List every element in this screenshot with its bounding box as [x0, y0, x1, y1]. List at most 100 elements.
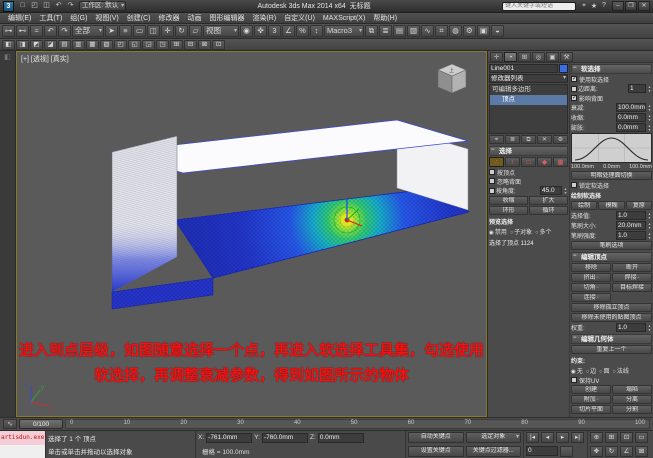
macro-dropdown[interactable]: Macro3: [324, 25, 364, 37]
menu-item[interactable]: 帮助(H): [369, 13, 401, 23]
show-end-result-icon[interactable]: ≣: [505, 135, 520, 144]
extra-tool-icon[interactable]: ◰: [114, 40, 127, 50]
menu-item[interactable]: 自定义(U): [280, 13, 319, 23]
search-go-icon[interactable]: ⌖: [579, 2, 589, 10]
viewport-label[interactable]: [+] [透视] [真实]: [21, 54, 69, 64]
pinch-field[interactable]: 0.0mm: [616, 113, 646, 122]
tab-utilities[interactable]: ⚒: [560, 52, 573, 62]
falloff-field[interactable]: 100.0mm: [616, 103, 646, 112]
edge-distance-field[interactable]: 1: [628, 84, 646, 93]
spinner-snap-icon[interactable]: ↕: [310, 25, 323, 37]
tab-hierarchy[interactable]: ⊞: [518, 52, 531, 62]
slice-plane-button[interactable]: 切片平面: [571, 405, 611, 414]
loop-button[interactable]: 循环: [529, 206, 568, 215]
paint-button[interactable]: 绘制: [571, 201, 597, 210]
ignore-backfacing-checkbox[interactable]: 忽略背面: [489, 177, 568, 185]
edit-vertices-rollout-header[interactable]: 编辑顶点: [571, 252, 652, 262]
auto-key-button[interactable]: 自动关键点: [408, 432, 464, 443]
time-slider-handle[interactable]: 0/100: [19, 419, 63, 429]
angle-snap-icon[interactable]: ∠: [282, 25, 295, 37]
use-soft-selection-checkbox[interactable]: 使用软选择: [571, 75, 652, 83]
undo-icon[interactable]: ↶: [53, 1, 64, 11]
preview-subobj-radio[interactable]: 子对象: [510, 227, 532, 236]
window-crossing-icon[interactable]: ◫: [147, 25, 160, 37]
affect-backfacing-checkbox[interactable]: 影响背面: [571, 94, 652, 102]
zoom-extents-icon[interactable]: ⊡: [620, 432, 633, 443]
spinner-arrows[interactable]: [647, 114, 652, 122]
chamfer-button[interactable]: 切角: [571, 283, 611, 292]
previous-frame-icon[interactable]: ◂: [541, 432, 554, 443]
menu-item[interactable]: 组(G): [66, 13, 91, 23]
vertex-mode-icon[interactable]: ∴: [489, 157, 504, 167]
curve-editor-icon[interactable]: ∿: [421, 25, 434, 37]
listener-pink-line[interactable]: artisdun.exe: [0, 431, 45, 445]
unlink-selection-icon[interactable]: ⊷: [16, 25, 29, 37]
mirror-icon[interactable]: ⧉: [365, 25, 378, 37]
select-and-move-icon[interactable]: ✛: [161, 25, 174, 37]
maximize-viewport-icon[interactable]: ⊠: [635, 446, 648, 457]
tab-display[interactable]: ▣: [546, 52, 559, 62]
set-key-button[interactable]: 设置关键点: [408, 446, 464, 457]
frame-tick[interactable]: 20: [180, 419, 187, 428]
tab-modify[interactable]: ◔: [504, 52, 517, 62]
detach-button[interactable]: 分离: [612, 395, 652, 404]
fov-icon[interactable]: ∠: [620, 446, 633, 457]
schematic-view-icon[interactable]: ⌗: [435, 25, 448, 37]
infocenter-search-input[interactable]: [502, 2, 576, 11]
frame-tick[interactable]: 60: [408, 419, 415, 428]
break-button[interactable]: 断开: [612, 263, 652, 272]
revert-button[interactable]: 复原: [626, 201, 652, 210]
split-button[interactable]: 分割: [612, 405, 652, 414]
shaded-face-toggle-button[interactable]: 明暗处理面切换: [571, 171, 652, 180]
graphite-toggle-icon[interactable]: ▧: [407, 25, 420, 37]
remove-unused-map-verts-button[interactable]: 移除未使用的贴图顶点: [571, 313, 652, 322]
render-icon[interactable]: ◒: [491, 25, 504, 37]
select-and-rotate-icon[interactable]: ↻: [175, 25, 188, 37]
zoom-region-icon[interactable]: ▭: [635, 432, 648, 443]
snap-toggle-icon[interactable]: 3: [268, 25, 281, 37]
constraint-normal-radio[interactable]: 法线: [613, 366, 629, 375]
redo-icon[interactable]: ↷: [65, 1, 76, 11]
weight-field[interactable]: 1.0: [616, 323, 646, 332]
orbit-icon[interactable]: ↻: [605, 446, 618, 457]
stack-item-editable-poly[interactable]: 可编辑多边形: [490, 85, 567, 95]
favorites-star-icon[interactable]: ★: [589, 2, 599, 10]
play-icon[interactable]: ▸: [556, 432, 569, 443]
object-color-swatch[interactable]: [559, 64, 568, 73]
view-cube[interactable]: 上: [432, 60, 472, 96]
collapse-button[interactable]: 塌陷: [612, 385, 652, 394]
redo-icon[interactable]: ↷: [58, 25, 71, 37]
extra-tool-icon[interactable]: ◩: [30, 40, 43, 50]
select-and-scale-icon[interactable]: ▱: [189, 25, 202, 37]
menu-item[interactable]: 工具(T): [35, 13, 66, 23]
workspace-dropdown[interactable]: 工作区: 默认: [79, 1, 126, 11]
extra-tool-icon[interactable]: ⊡: [212, 40, 225, 50]
extra-tool-icon[interactable]: ⊞: [170, 40, 183, 50]
bubble-field[interactable]: 0.0mm: [616, 123, 646, 132]
modifier-list-dropdown[interactable]: 修改器列表: [489, 74, 568, 83]
restore-button[interactable]: ❐: [625, 1, 637, 11]
menu-item[interactable]: 渲染(R): [248, 13, 280, 23]
frame-tick[interactable]: 40: [294, 419, 301, 428]
perspective-viewport[interactable]: [+] [透视] [真实]: [16, 51, 487, 417]
tab-create[interactable]: ✛: [490, 52, 503, 62]
blur-button[interactable]: 模糊: [598, 201, 624, 210]
brush-options-button[interactable]: 笔刷选项: [571, 241, 652, 250]
extra-tool-icon[interactable]: ▤: [58, 40, 71, 50]
key-filters-button[interactable]: 关键点过滤器...: [466, 446, 522, 457]
selection-rollout-header[interactable]: 选择: [489, 146, 568, 156]
select-by-name-icon[interactable]: ≡: [119, 25, 132, 37]
remove-modifier-icon[interactable]: ✕: [537, 135, 552, 144]
spinner-arrows[interactable]: [647, 85, 652, 93]
element-mode-icon[interactable]: ▦: [553, 157, 568, 167]
maxscript-mini-listener[interactable]: artisdun.exe: [0, 431, 46, 458]
extra-tool-icon[interactable]: ◲: [142, 40, 155, 50]
minimize-button[interactable]: –: [612, 1, 624, 11]
select-and-link-icon[interactable]: ⊶: [2, 25, 15, 37]
menu-item[interactable]: 修改器: [154, 13, 183, 23]
spinner-arrows[interactable]: [647, 324, 652, 332]
extra-tool-icon[interactable]: ◧: [2, 40, 15, 50]
coord-z-field[interactable]: 0.0mm: [318, 433, 364, 443]
reference-coordinate-dropdown[interactable]: 视图: [203, 25, 239, 37]
frame-tick[interactable]: 30: [237, 419, 244, 428]
